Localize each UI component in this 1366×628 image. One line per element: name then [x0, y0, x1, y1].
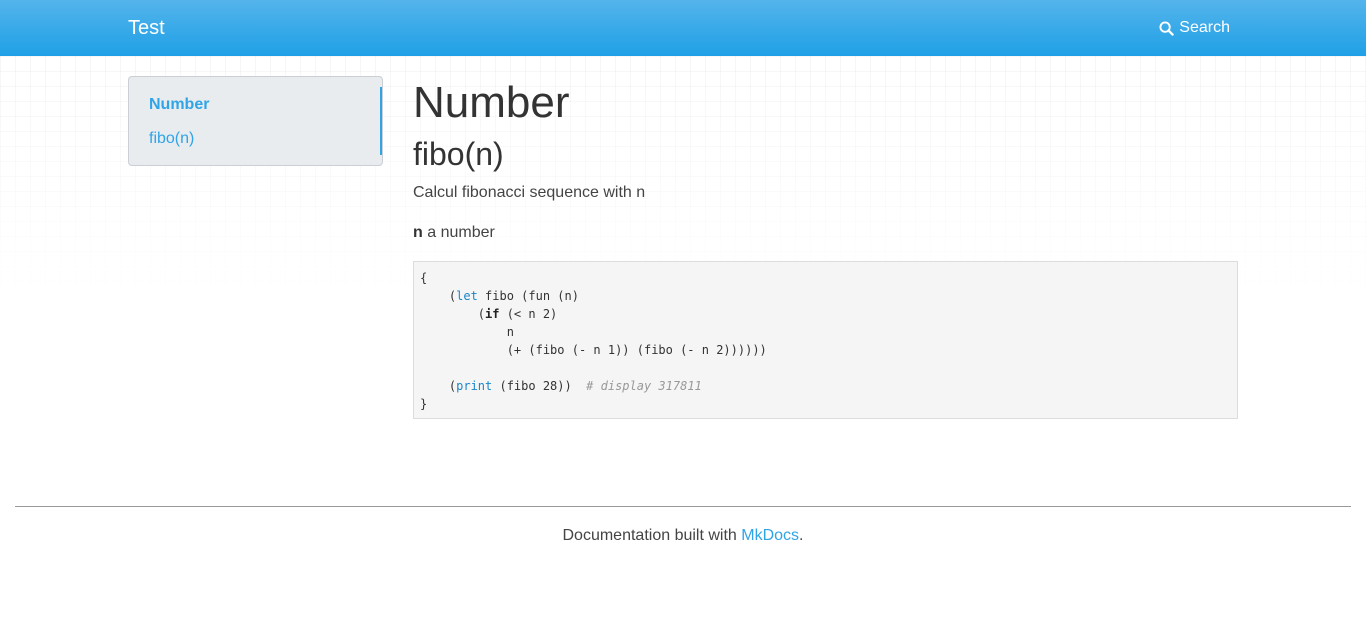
code-block: { (let fibo (fun (n) (if (< n 2) n (+ (f…	[413, 261, 1238, 419]
parameter-name: n	[413, 224, 423, 241]
search-icon	[1159, 20, 1175, 36]
code-text: (fibo 28))	[492, 379, 587, 393]
code-keyword: print	[456, 379, 493, 393]
section-heading: fibo(n)	[413, 136, 504, 172]
code-keyword: if	[485, 307, 500, 321]
code-line: n	[420, 325, 514, 339]
toc-item-number[interactable]: Number	[149, 96, 209, 114]
function-description: Calcul fibonacci sequence with n	[413, 184, 646, 201]
navbar: Test Search	[0, 0, 1366, 56]
toc-item-fibo[interactable]: fibo(n)	[149, 130, 194, 148]
toc-active-indicator	[380, 87, 382, 155]
code-text: (	[420, 379, 457, 393]
search-button[interactable]: Search	[1159, 19, 1230, 37]
code-line: {	[420, 271, 428, 285]
code-keyword: let	[456, 289, 478, 303]
site-brand-link[interactable]: Test	[128, 17, 165, 40]
code-text: fibo (fun (n)	[477, 289, 579, 303]
code-comment: # display 317811	[586, 379, 702, 393]
toc-sidebar: Number fibo(n)	[128, 76, 383, 166]
code-text: (< n 2)	[499, 307, 558, 321]
parameter-description: a number	[422, 224, 495, 241]
mkdocs-link[interactable]: MkDocs	[741, 527, 799, 544]
code-text: (	[420, 307, 486, 321]
parameter-line: n a number	[413, 224, 495, 242]
page-title: Number	[413, 78, 570, 127]
code-line: }	[420, 397, 428, 411]
footer-divider	[15, 506, 1351, 507]
code-line: (+ (fibo (- n 1)) (fibo (- n 2))))))	[420, 343, 767, 357]
code-text: (	[420, 289, 457, 303]
footer-period: .	[799, 527, 804, 544]
search-label: Search	[1179, 19, 1230, 36]
footer-text: Documentation built with	[562, 527, 742, 544]
footer: Documentation built with MkDocs.	[0, 527, 1366, 545]
